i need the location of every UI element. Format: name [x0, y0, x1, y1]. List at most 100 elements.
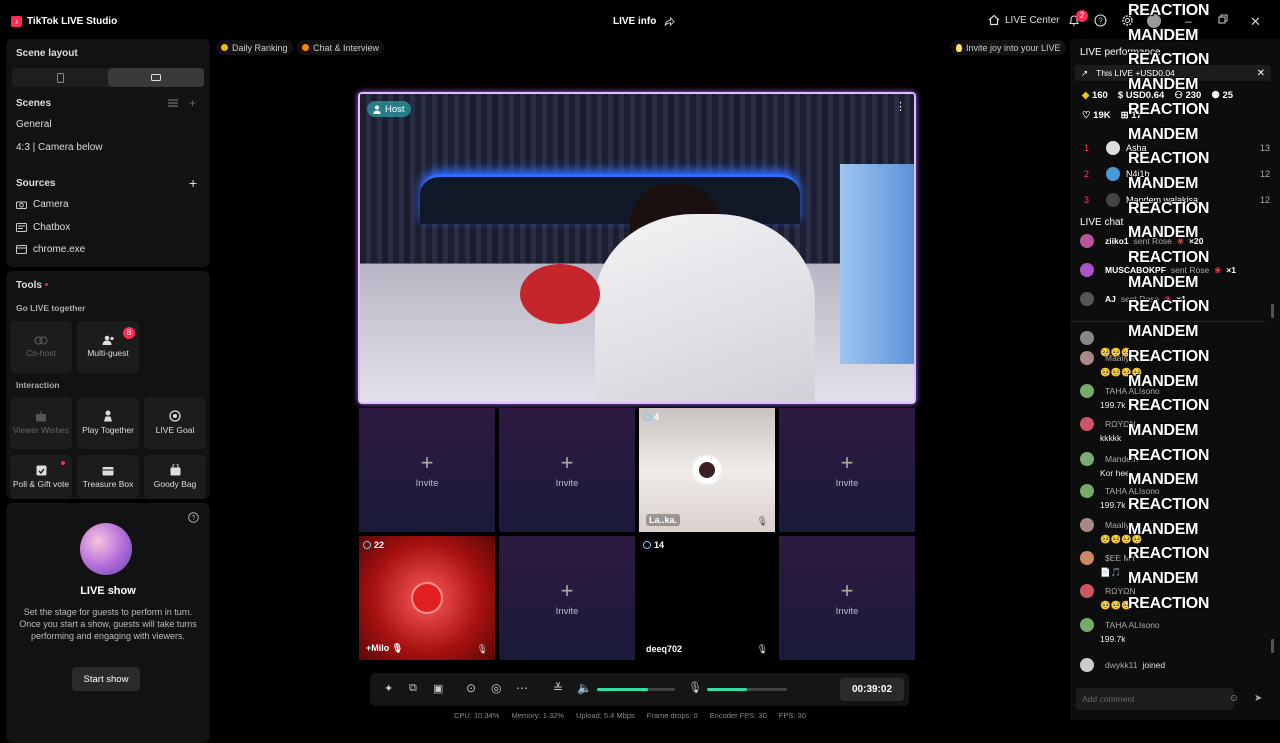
live-info-button[interactable]: LIVE info — [613, 16, 676, 27]
overlay-line: MANDEM — [1128, 273, 1199, 291]
chat-text: 199.7k — [1100, 400, 1126, 410]
record-icon[interactable]: ⊙ — [466, 681, 476, 695]
guest-slot-6[interactable]: + Invite — [499, 536, 635, 660]
cohost-button[interactable]: Co-host — [10, 321, 72, 373]
invite-plus-icon: + — [420, 450, 434, 475]
emoji-icon[interactable]: ☺ — [1229, 693, 1239, 704]
effects-icon[interactable]: ⧉ — [409, 682, 417, 695]
layout-toggle — [12, 68, 204, 87]
multiguest-button[interactable]: 8 Multi-guest — [77, 321, 139, 373]
fps-stat: FPS: 30 — [778, 711, 806, 720]
svg-text:?: ? — [192, 515, 196, 522]
mic-icon[interactable]: 🎙 — [477, 644, 488, 655]
invite-joy-button[interactable]: Invite joy into your LIVE — [951, 40, 1066, 55]
link-icon — [34, 336, 48, 345]
jersey — [840, 164, 914, 364]
invite-label: Invite — [835, 606, 859, 617]
magic-wand-icon[interactable]: ✦ — [384, 682, 393, 695]
guest-slot-8[interactable]: + Invite — [779, 536, 915, 660]
invite-label: Invite — [835, 478, 859, 489]
add-scene-button[interactable]: + — [189, 96, 196, 110]
guest-slot-4[interactable]: + Invite — [779, 408, 915, 532]
chat-interview-button[interactable]: Chat & Interview — [297, 40, 385, 55]
memory-stat: Memory: 1.32% — [511, 711, 564, 720]
scene-item[interactable]: General — [16, 119, 52, 130]
play-together-button[interactable]: Play Together — [77, 397, 139, 449]
avatar — [1106, 193, 1120, 207]
help-button[interactable]: ? — [1094, 14, 1107, 27]
send-icon[interactable]: ➤ — [1254, 693, 1262, 704]
more-icon[interactable]: ⋯ — [516, 681, 528, 695]
avatar — [1080, 452, 1094, 466]
landscape-layout-button[interactable] — [108, 68, 204, 87]
overlay-line: REACTION — [1128, 298, 1210, 316]
poll-gift-button[interactable]: Poll & Gift vote — [10, 455, 72, 499]
add-source-button[interactable]: + — [189, 175, 197, 191]
invite-label: Invite — [555, 478, 579, 489]
source-label: Chatbox — [33, 222, 71, 233]
frame-drops-stat: Frame drops: 0 — [646, 711, 698, 720]
chat-text: kkkkk — [1100, 433, 1122, 443]
chat-username: TAHA ALIsono — [1105, 620, 1160, 630]
layout-icon[interactable]: ▣ — [433, 682, 443, 695]
guest-slot-3[interactable]: 4 La..ka. 🎙 — [639, 408, 775, 532]
portrait-layout-button[interactable] — [12, 68, 108, 87]
rank-number: 1 — [1084, 143, 1090, 153]
avatar — [1106, 167, 1120, 181]
mic-icon[interactable]: 🎙 — [757, 516, 768, 527]
trend-icon: ↗ — [1081, 67, 1089, 78]
source-chatbox[interactable]: Chatbox — [16, 222, 70, 233]
scene-item[interactable]: 4:3 | Camera below — [16, 142, 103, 153]
landscape-icon — [151, 74, 161, 81]
guest-name: deeq702 — [646, 644, 683, 654]
daily-ranking-button[interactable]: Daily Ranking — [216, 40, 293, 55]
more-options-icon[interactable]: ⋮ — [895, 100, 906, 113]
add-comment-input[interactable]: Add comment — [1076, 688, 1234, 710]
mic-slider[interactable] — [707, 688, 787, 691]
start-show-button[interactable]: Start show — [72, 667, 140, 691]
guest-slot-7[interactable]: 14 deeq702 🎙 — [639, 536, 775, 660]
goody-bag-button[interactable]: Goody Bag — [144, 455, 206, 499]
chat-scrollbar[interactable] — [1271, 639, 1274, 653]
avatar — [1080, 618, 1094, 632]
volume-slider[interactable] — [597, 688, 675, 691]
overlay-line: REACTION — [1128, 2, 1210, 19]
mic-icon[interactable]: 🎙 — [757, 644, 768, 655]
overlay-line: REACTION — [1128, 199, 1210, 217]
list-icon[interactable] — [168, 99, 178, 107]
help-icon[interactable]: ? — [188, 512, 199, 523]
source-chrome[interactable]: chrome.exe — [16, 244, 85, 255]
guest-slot-5[interactable]: 22 +Milo 🎙 🎙 — [359, 536, 495, 660]
live-goal-button[interactable]: LIVE Goal — [144, 397, 206, 449]
speaker-icon[interactable]: 🔈 — [577, 681, 592, 695]
tools-panel: Tools • Go LIVE together Co-host 8 Multi… — [6, 271, 210, 499]
guest-slot-2[interactable]: + Invite — [499, 408, 635, 532]
viewer-wishes-button[interactable]: Viewer Wishes — [10, 397, 72, 449]
diamond-icon: ◆ — [1082, 90, 1090, 101]
mic-icon[interactable]: 🎙 — [688, 681, 702, 694]
live-goal-label: LIVE Goal — [155, 425, 195, 436]
guest-count: 14 — [643, 540, 664, 550]
tools-title: Tools • — [16, 280, 49, 291]
new-dot — [61, 461, 65, 465]
replay-icon[interactable]: ◎ — [491, 681, 501, 695]
control-bar: ✦ ⧉ ▣ ⊙ ◎ ⋯ ≚ 🔈 🎙 00:39:02 — [370, 673, 909, 706]
guest-name: +Milo 🎙 — [366, 643, 404, 653]
guest-slot-1[interactable]: + Invite — [359, 408, 495, 532]
avatar — [1080, 484, 1094, 498]
live-center-button[interactable]: LIVE Center — [988, 14, 1059, 26]
home-icon — [988, 14, 1000, 26]
treasure-box-button[interactable]: Treasure Box — [77, 455, 139, 499]
notifications-button[interactable]: 2 — [1068, 10, 1088, 27]
treasure-icon — [102, 466, 114, 476]
camera-icon — [16, 201, 27, 209]
mixer-icon[interactable]: ≚ — [553, 681, 563, 695]
host-video[interactable]: Host ⋮ — [358, 92, 916, 404]
coin-icon: $ — [1117, 90, 1124, 101]
volume-fill — [597, 688, 648, 691]
invite-plus-icon: + — [560, 450, 574, 475]
scene-panel: Scene layout Scenes + General 4:3 | Came… — [6, 39, 210, 267]
source-camera[interactable]: Camera — [16, 199, 69, 210]
overlay-line: MANDEM — [1128, 570, 1199, 588]
likes-metric: ♡ 19K — [1082, 110, 1111, 121]
